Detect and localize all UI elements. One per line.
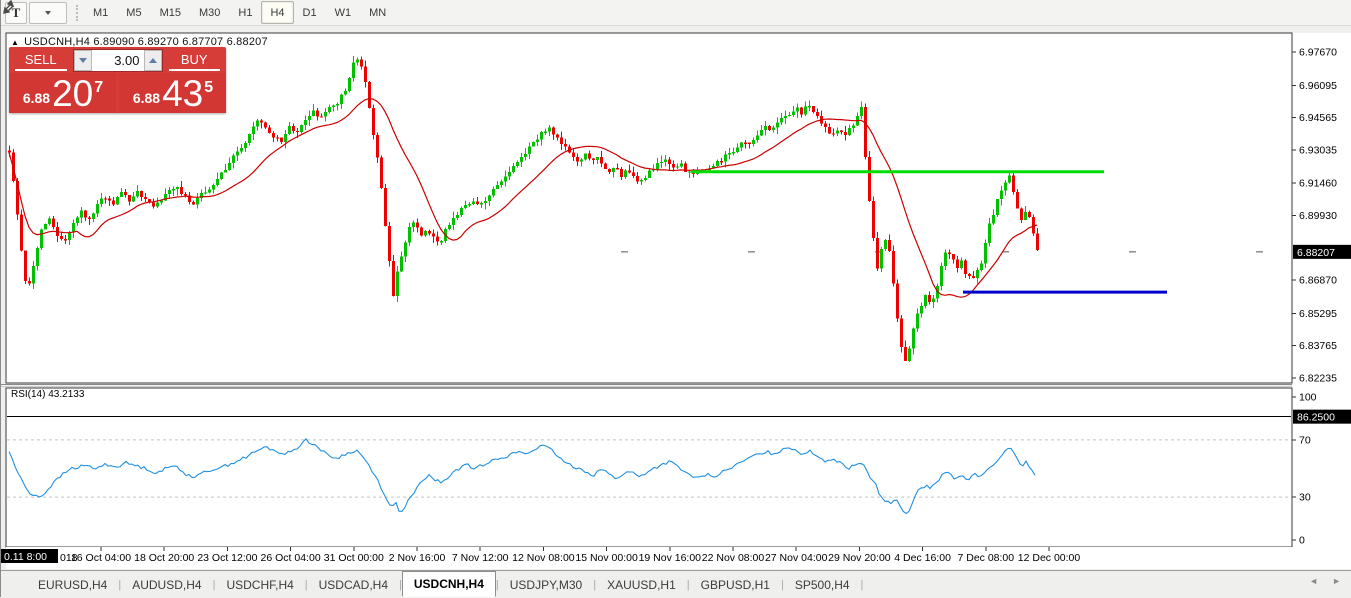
top-toolbar: T M1M5M15M30H1H4D1W1MN [1, 0, 1351, 26]
tab-usdjpy-m30[interactable]: USDJPY,M30 [499, 575, 593, 595]
collapse-arrow-icon[interactable]: ▲ [11, 38, 19, 47]
timeframe-button-m30[interactable]: M30 [190, 1, 229, 24]
time-axis-label: 4 Dec 16:00 [894, 552, 951, 564]
rsi-marker-label: 86.2500 [1293, 410, 1351, 424]
timeframe-button-mn[interactable]: MN [360, 1, 395, 24]
rsi-axis-label: 100 [1299, 392, 1317, 404]
rsi-axis-label: 30 [1299, 492, 1311, 504]
tab-usdcnh-h4[interactable]: USDCNH,H4 [402, 571, 496, 597]
price-axis-label: 6.89930 [1299, 210, 1337, 222]
tab-gbpusd-h1[interactable]: GBPUSD,H1 [690, 575, 781, 595]
volume-value[interactable]: 3.00 [92, 50, 144, 71]
time-axis-label: 16 Oct 04:00 [71, 552, 131, 564]
time-axis-label: 23 Oct 12:00 [197, 552, 257, 564]
timeframe-button-h4[interactable]: H4 [261, 1, 293, 24]
tab-usdcad-h4[interactable]: USDCAD,H4 [308, 575, 399, 595]
time-axis-label: 7 Nov 12:00 [452, 552, 509, 564]
rsi-axis-label: 0 [1299, 535, 1305, 547]
trading-terminal-window: { "toolbar": { "text_tool_label": "T", "… [0, 0, 1351, 597]
ask-price-box[interactable]: 6.88435 [119, 73, 226, 113]
svg-text:86.2500: 86.2500 [1297, 412, 1335, 424]
rsi-axis-label: 70 [1299, 434, 1311, 446]
caret-down-icon [79, 58, 87, 63]
tab-separator: | [861, 579, 864, 591]
caret-up-icon [149, 58, 157, 63]
svg-text:6.88207: 6.88207 [1297, 247, 1335, 259]
one-click-trading-panel: SELL 3.00 BUY 6.88207 6.88435 [9, 47, 226, 113]
chart-tabs: EURUSD,H4|AUDUSD,H4|USDCHF,H4|USDCAD,H4|… [1, 571, 863, 598]
price-axis-label: 6.97670 [1299, 47, 1337, 59]
toolbar-grip [76, 5, 78, 21]
sell-button[interactable]: SELL [15, 49, 67, 71]
ask-big-digits: 43 [162, 77, 203, 111]
rsi-indicator-label: RSI(14) 43.2133 [11, 389, 84, 400]
arrows-tool-button[interactable] [29, 2, 67, 24]
time-axis-label: 22 Nov 08:00 [702, 552, 765, 564]
time-axis-label: 19 Nov 16:00 [639, 552, 702, 564]
price-axis-label: 6.93035 [1299, 144, 1337, 156]
price-axis-label: 6.91460 [1299, 178, 1337, 190]
time-axis-edge-label: 018 [60, 552, 78, 564]
time-axis-label: 7 Dec 08:00 [957, 552, 1014, 564]
crosshair-time-label: 0.11 8:00 [1, 549, 58, 563]
ask-pip-digit: 5 [204, 79, 213, 97]
bid-prefix: 6.88 [23, 90, 50, 106]
buy-button[interactable]: BUY [169, 49, 221, 71]
time-axis-label: 18 Oct 20:00 [134, 552, 194, 564]
price-axis-label: 6.82235 [1299, 372, 1337, 384]
timeframe-button-h1[interactable]: H1 [229, 1, 261, 24]
svg-text:0.11 8:00: 0.11 8:00 [4, 551, 47, 563]
volume-spinner: 3.00 [73, 49, 163, 72]
tab-scroll-arrows: ◄ ► [1309, 576, 1341, 586]
price-axis-label: 6.96095 [1299, 80, 1337, 92]
time-axis-label: 12 Nov 08:00 [512, 552, 575, 564]
time-axis-label: 15 Nov 00:00 [575, 552, 638, 564]
double-arrow-icon [1, 0, 16, 14]
volume-decrease-button[interactable] [74, 50, 92, 71]
price-axis-label: 6.83765 [1299, 340, 1337, 352]
tab-usdchf-h4[interactable]: USDCHF,H4 [215, 575, 304, 595]
time-axis-label: 29 Nov 20:00 [828, 552, 891, 564]
time-axis-label: 27 Nov 04:00 [765, 552, 828, 564]
bid-pip-digit: 7 [94, 79, 103, 97]
chart-panes [1, 33, 1351, 569]
bid-big-digits: 20 [52, 77, 93, 111]
price-axis-label: 6.86870 [1299, 275, 1337, 287]
timeframe-button-m15[interactable]: M15 [151, 1, 190, 24]
timeframe-button-w1[interactable]: W1 [326, 1, 361, 24]
time-axis-label: 12 Dec 00:00 [1018, 552, 1081, 564]
timeframe-button-m5[interactable]: M5 [117, 1, 150, 24]
timeframe-button-m1[interactable]: M1 [84, 1, 117, 24]
timeframe-button-group: M1M5M15M30H1H4D1W1MN [84, 0, 395, 25]
tab-scroll-left-icon[interactable]: ◄ [1309, 576, 1318, 586]
bid-price-box[interactable]: 6.88207 [9, 73, 116, 113]
dropdown-caret-icon [45, 11, 51, 15]
tab-xauusd-h1[interactable]: XAUUSD,H1 [596, 575, 687, 595]
price-axis-label: 6.85295 [1299, 308, 1337, 320]
tab-sp500-h4[interactable]: SP500,H4 [784, 575, 861, 595]
tab-audusd-h4[interactable]: AUDUSD,H4 [121, 575, 212, 595]
timeframe-button-d1[interactable]: D1 [294, 1, 326, 24]
tab-eurusd-h4[interactable]: EURUSD,H4 [27, 575, 118, 595]
time-axis-label: 2 Nov 16:00 [389, 552, 446, 564]
price-axis-label: 6.94565 [1299, 112, 1337, 124]
time-axis-label: 31 Oct 00:00 [324, 552, 384, 564]
volume-increase-button[interactable] [144, 50, 162, 71]
ask-prefix: 6.88 [133, 90, 160, 106]
chart-tab-bar: EURUSD,H4|AUDUSD,H4|USDCHF,H4|USDCAD,H4|… [1, 570, 1351, 598]
time-axis-label: 26 Oct 04:00 [261, 552, 321, 564]
tab-scroll-right-icon[interactable]: ► [1332, 576, 1341, 586]
current-price-label: 6.88207 [1293, 245, 1351, 259]
